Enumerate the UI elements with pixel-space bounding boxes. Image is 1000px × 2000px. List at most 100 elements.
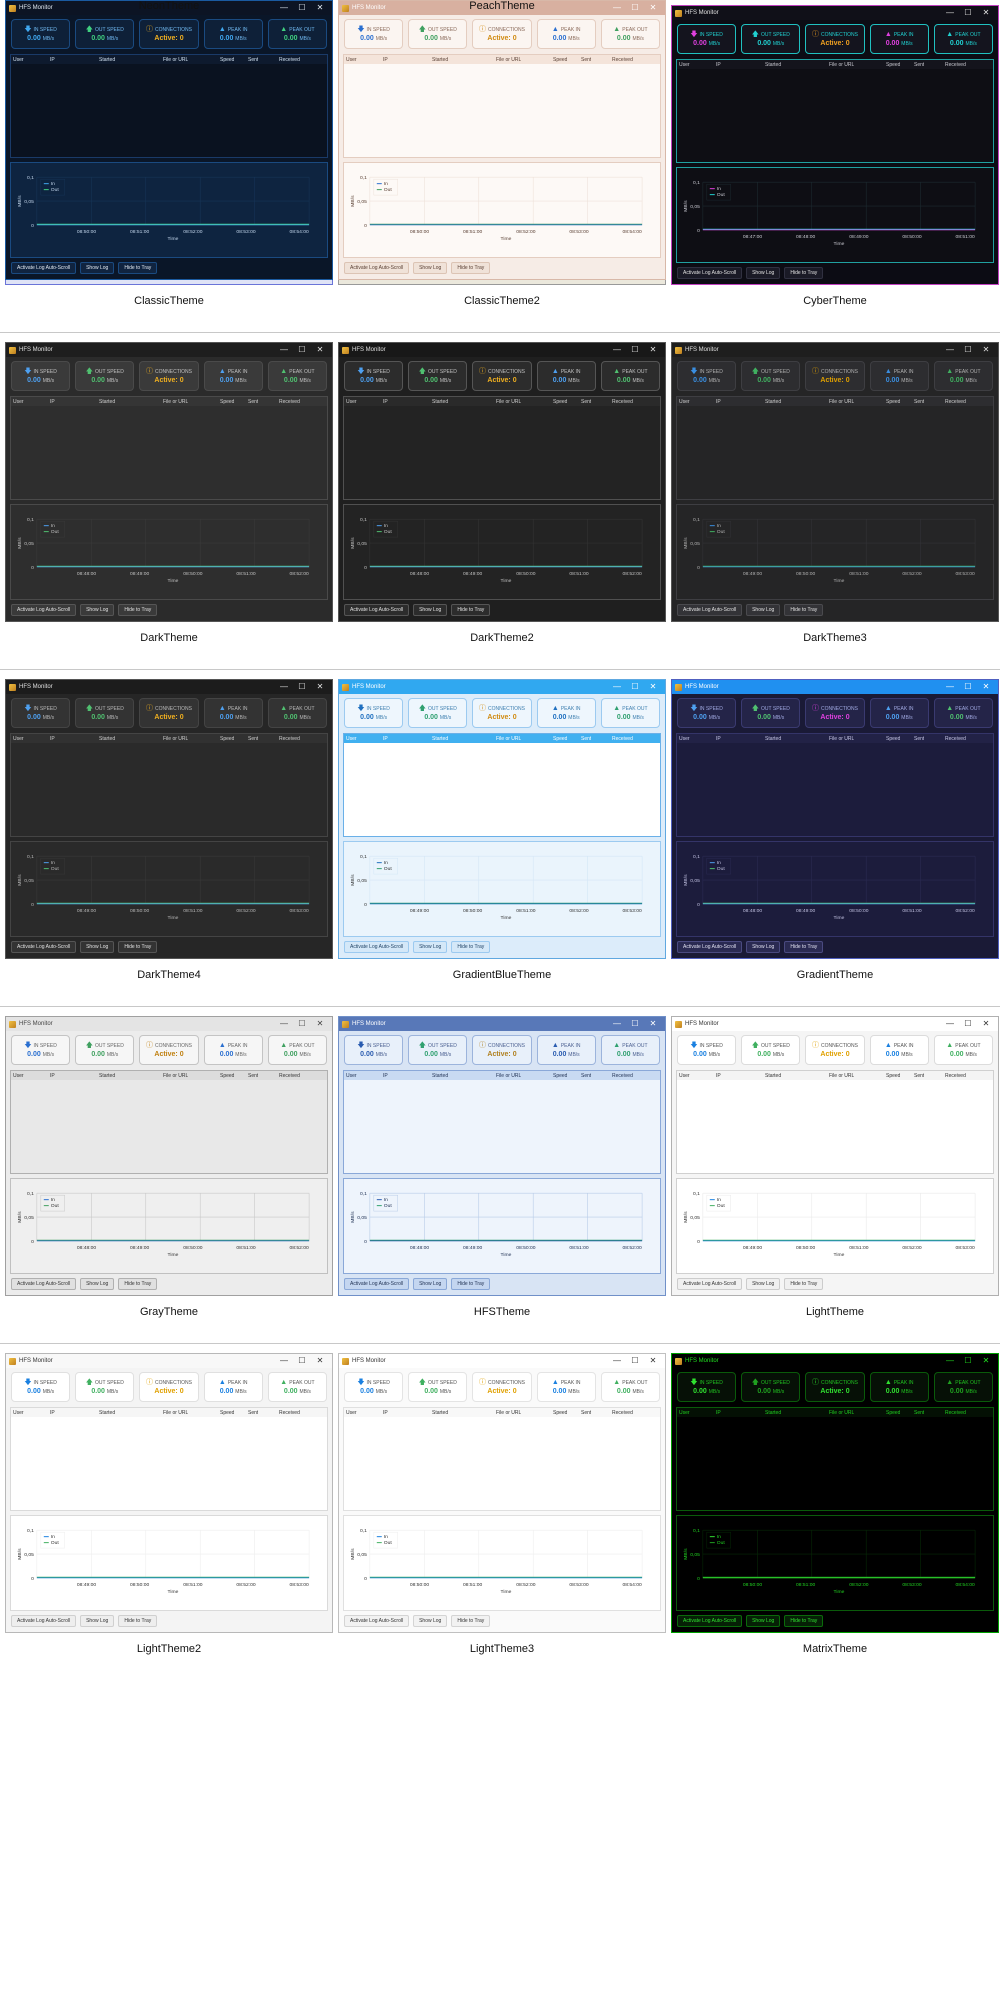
close-icon[interactable]: ✕ bbox=[977, 1017, 995, 1031]
close-icon[interactable]: ✕ bbox=[977, 343, 995, 357]
column-header-user[interactable]: User bbox=[679, 62, 690, 68]
column-header-sent[interactable]: Sent bbox=[581, 399, 591, 405]
column-header-user[interactable]: User bbox=[13, 1410, 24, 1416]
maximize-icon[interactable]: ☐ bbox=[293, 1354, 311, 1368]
column-header-received[interactable]: Received bbox=[945, 399, 966, 405]
connections-grid[interactable]: User IP Started File or URL Speed Sent Receive… bbox=[676, 733, 994, 837]
column-header-sent[interactable]: Sent bbox=[914, 62, 924, 68]
close-icon[interactable]: ✕ bbox=[644, 680, 662, 694]
column-header-started[interactable]: Started bbox=[99, 399, 115, 405]
column-header-sent[interactable]: Sent bbox=[248, 57, 258, 63]
hide-to-tray-button[interactable]: Hide to Tray bbox=[118, 1615, 158, 1627]
connections-grid[interactable]: User IP Started File or URL Speed Sent Receive… bbox=[10, 1407, 328, 1511]
connections-grid[interactable]: User IP Started File or URL Speed Sent Receive… bbox=[676, 1070, 994, 1174]
show-log-button[interactable]: Show Log bbox=[413, 262, 448, 274]
maximize-icon[interactable]: ☐ bbox=[293, 1017, 311, 1031]
hide-to-tray-button[interactable]: Hide to Tray bbox=[118, 262, 158, 274]
connections-grid[interactable]: User IP Started File or URL Speed Sent Receive… bbox=[10, 1070, 328, 1174]
hide-to-tray-button[interactable]: Hide to Tray bbox=[451, 941, 491, 953]
column-header-file-or-url[interactable]: File or URL bbox=[496, 1073, 521, 1079]
column-header-sent[interactable]: Sent bbox=[248, 1073, 258, 1079]
column-header-received[interactable]: Received bbox=[612, 1410, 633, 1416]
hide-to-tray-button[interactable]: Hide to Tray bbox=[784, 1278, 824, 1290]
column-header-speed[interactable]: Speed bbox=[220, 1410, 234, 1416]
minimize-icon[interactable]: — bbox=[941, 1354, 959, 1368]
connections-grid[interactable]: User IP Started File or URL Speed Sent Receive… bbox=[676, 396, 994, 500]
column-header-file-or-url[interactable]: File or URL bbox=[163, 736, 188, 742]
connections-grid[interactable]: User IP Started File or URL Speed Sent Receive… bbox=[343, 1070, 661, 1174]
show-log-button[interactable]: Show Log bbox=[80, 262, 115, 274]
column-header-received[interactable]: Received bbox=[279, 57, 300, 63]
column-header-ip[interactable]: IP bbox=[716, 736, 721, 742]
column-header-started[interactable]: Started bbox=[765, 1073, 781, 1079]
show-log-button[interactable]: Show Log bbox=[80, 1278, 115, 1290]
connections-grid[interactable]: User IP Started File or URL Speed Sent Receive… bbox=[343, 54, 661, 158]
column-header-started[interactable]: Started bbox=[432, 57, 448, 63]
column-header-sent[interactable]: Sent bbox=[914, 1410, 924, 1416]
column-header-user[interactable]: User bbox=[346, 1410, 357, 1416]
connections-grid[interactable]: User IP Started File or URL Speed Sent Receive… bbox=[343, 396, 661, 500]
minimize-icon[interactable]: — bbox=[275, 1017, 293, 1031]
column-header-received[interactable]: Received bbox=[612, 57, 633, 63]
column-header-started[interactable]: Started bbox=[432, 736, 448, 742]
autoscroll-button[interactable]: Activate Log Auto-Scroll bbox=[344, 262, 410, 274]
column-header-started[interactable]: Started bbox=[765, 62, 781, 68]
column-header-file-or-url[interactable]: File or URL bbox=[496, 57, 521, 63]
column-header-started[interactable]: Started bbox=[99, 1410, 115, 1416]
column-header-received[interactable]: Received bbox=[279, 399, 300, 405]
column-header-speed[interactable]: Speed bbox=[886, 399, 900, 405]
column-header-ip[interactable]: IP bbox=[716, 1073, 721, 1079]
autoscroll-button[interactable]: Activate Log Auto-Scroll bbox=[344, 1615, 410, 1627]
column-header-user[interactable]: User bbox=[346, 736, 357, 742]
autoscroll-button[interactable]: Activate Log Auto-Scroll bbox=[11, 262, 77, 274]
maximize-icon[interactable]: ☐ bbox=[293, 343, 311, 357]
minimize-icon[interactable]: — bbox=[275, 1354, 293, 1368]
column-header-sent[interactable]: Sent bbox=[581, 1410, 591, 1416]
autoscroll-button[interactable]: Activate Log Auto-Scroll bbox=[344, 1278, 410, 1290]
column-header-ip[interactable]: IP bbox=[383, 1410, 388, 1416]
column-header-user[interactable]: User bbox=[679, 399, 690, 405]
autoscroll-button[interactable]: Activate Log Auto-Scroll bbox=[11, 604, 77, 616]
column-header-file-or-url[interactable]: File or URL bbox=[829, 399, 854, 405]
column-header-speed[interactable]: Speed bbox=[553, 1073, 567, 1079]
column-header-user[interactable]: User bbox=[679, 1410, 690, 1416]
column-header-user[interactable]: User bbox=[13, 736, 24, 742]
column-header-started[interactable]: Started bbox=[765, 399, 781, 405]
hide-to-tray-button[interactable]: Hide to Tray bbox=[784, 941, 824, 953]
minimize-icon[interactable]: — bbox=[608, 343, 626, 357]
column-header-ip[interactable]: IP bbox=[716, 62, 721, 68]
column-header-started[interactable]: Started bbox=[432, 1410, 448, 1416]
maximize-icon[interactable]: ☐ bbox=[626, 1354, 644, 1368]
column-header-file-or-url[interactable]: File or URL bbox=[163, 1073, 188, 1079]
column-header-ip[interactable]: IP bbox=[716, 399, 721, 405]
hide-to-tray-button[interactable]: Hide to Tray bbox=[451, 604, 491, 616]
column-header-received[interactable]: Received bbox=[945, 1073, 966, 1079]
close-icon[interactable]: ✕ bbox=[311, 680, 329, 694]
hide-to-tray-button[interactable]: Hide to Tray bbox=[451, 1615, 491, 1627]
show-log-button[interactable]: Show Log bbox=[80, 604, 115, 616]
close-icon[interactable]: ✕ bbox=[311, 1017, 329, 1031]
column-header-speed[interactable]: Speed bbox=[220, 736, 234, 742]
column-header-file-or-url[interactable]: File or URL bbox=[829, 62, 854, 68]
column-header-received[interactable]: Received bbox=[279, 1410, 300, 1416]
column-header-ip[interactable]: IP bbox=[50, 57, 55, 63]
connections-grid[interactable]: User IP Started File or URL Speed Sent Receive… bbox=[10, 733, 328, 837]
hide-to-tray-button[interactable]: Hide to Tray bbox=[118, 941, 158, 953]
show-log-button[interactable]: Show Log bbox=[746, 1615, 781, 1627]
maximize-icon[interactable]: ☐ bbox=[626, 343, 644, 357]
column-header-received[interactable]: Received bbox=[612, 399, 633, 405]
show-log-button[interactable]: Show Log bbox=[746, 1278, 781, 1290]
autoscroll-button[interactable]: Activate Log Auto-Scroll bbox=[11, 941, 77, 953]
show-log-button[interactable]: Show Log bbox=[80, 1615, 115, 1627]
autoscroll-button[interactable]: Activate Log Auto-Scroll bbox=[677, 267, 743, 279]
column-header-ip[interactable]: IP bbox=[383, 736, 388, 742]
show-log-button[interactable]: Show Log bbox=[413, 1615, 448, 1627]
column-header-user[interactable]: User bbox=[346, 1073, 357, 1079]
column-header-started[interactable]: Started bbox=[765, 1410, 781, 1416]
column-header-user[interactable]: User bbox=[346, 399, 357, 405]
column-header-ip[interactable]: IP bbox=[383, 1073, 388, 1079]
maximize-icon[interactable]: ☐ bbox=[626, 680, 644, 694]
column-header-sent[interactable]: Sent bbox=[248, 1410, 258, 1416]
close-icon[interactable]: ✕ bbox=[644, 1017, 662, 1031]
hide-to-tray-button[interactable]: Hide to Tray bbox=[784, 604, 824, 616]
